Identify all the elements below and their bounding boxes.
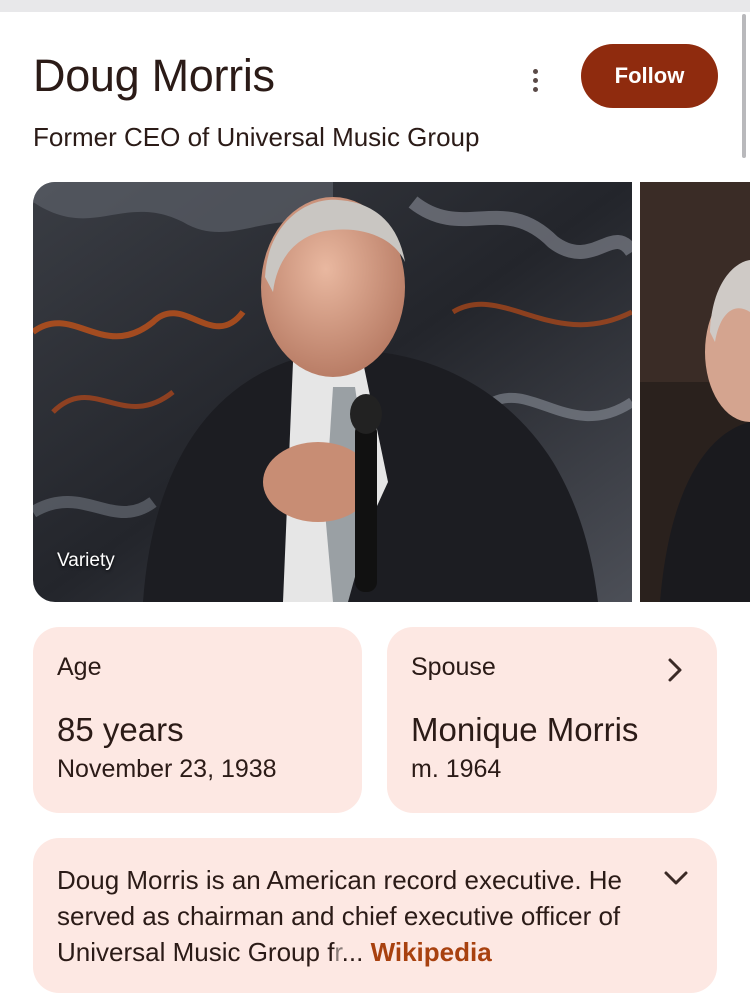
- spouse-label: Spouse: [411, 653, 496, 681]
- page-title: Doug Morris: [33, 50, 275, 101]
- main-photo[interactable]: [33, 182, 632, 602]
- dot: [532, 86, 538, 92]
- marriage-year: m. 1964: [411, 755, 502, 783]
- follow-button[interactable]: Follow: [581, 44, 718, 108]
- description-text: Doug Morris is an American record execut…: [57, 862, 657, 970]
- age-label: Age: [57, 653, 102, 681]
- more-options-icon[interactable]: [520, 62, 550, 98]
- age-card: Age 85 years November 23, 1938: [33, 627, 362, 813]
- image-source-label: Variety: [57, 550, 115, 571]
- description-ellipsis: ...: [341, 937, 364, 967]
- dot: [532, 68, 538, 74]
- birth-date: November 23, 1938: [57, 755, 277, 783]
- dot: [532, 77, 538, 83]
- page-subtitle: Former CEO of Universal Music Group: [33, 122, 480, 152]
- chevron-down-icon[interactable]: [663, 870, 689, 886]
- description-card: Doug Morris is an American record execut…: [33, 838, 717, 993]
- scrollbar[interactable]: [742, 14, 746, 158]
- spouse-card[interactable]: Spouse Monique Morris m. 1964: [387, 627, 717, 813]
- wikipedia-link[interactable]: Wikipedia: [371, 937, 492, 967]
- age-value: 85 years: [57, 711, 184, 748]
- top-strip: [0, 0, 750, 12]
- description-faded: r: [334, 937, 342, 967]
- spouse-name: Monique Morris: [411, 711, 639, 748]
- chevron-right-icon: [668, 658, 682, 682]
- secondary-photo[interactable]: [640, 182, 750, 602]
